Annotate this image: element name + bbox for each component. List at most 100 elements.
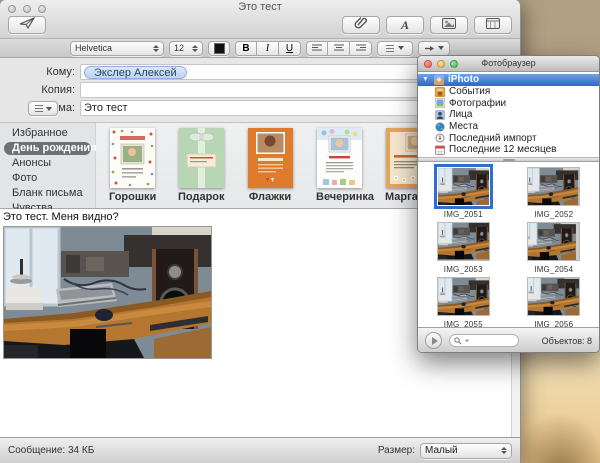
chevron-down-icon <box>398 46 404 50</box>
photo-item[interactable]: IMG_2051 <box>418 167 509 222</box>
stationery-icon <box>486 16 500 34</box>
image-size-select[interactable]: Малый <box>420 443 512 459</box>
photo-item[interactable]: IMG_2053 <box>418 222 509 277</box>
source-list: ▼ iPhoto События Фотографии <box>418 72 599 157</box>
window-controls <box>424 60 458 68</box>
template-polkadots[interactable]: Горошки <box>109 128 155 208</box>
photo-browser-footer: Объектов: 8 <box>418 327 599 353</box>
places-icon <box>435 122 445 132</box>
fonts-button[interactable]: A <box>386 16 424 34</box>
search-input[interactable] <box>472 336 512 345</box>
photo-name: IMG_2053 <box>418 265 509 274</box>
template-thumbnail <box>248 128 293 188</box>
recipient-pill[interactable]: Экслер Алексей <box>84 66 187 79</box>
minimize-button[interactable] <box>437 60 445 68</box>
photo-thumbnail[interactable] <box>527 277 580 316</box>
header-options-button[interactable] <box>28 101 58 116</box>
font-family-select[interactable]: Helvetica <box>70 41 164 56</box>
last-12-months-icon <box>435 145 445 155</box>
search-scope-icon[interactable] <box>465 339 469 342</box>
category-stationery[interactable]: Бланк письма <box>4 187 91 200</box>
photo-browser-window: Фотобраузер ▼ iPhoto События Фотогр <box>417 55 600 353</box>
photo-search-field[interactable] <box>449 334 519 347</box>
slideshow-play-button[interactable] <box>425 332 442 349</box>
photo-item[interactable]: IMG_2055 <box>418 277 509 327</box>
align-segment <box>306 41 372 56</box>
template-label: Горошки <box>109 191 155 203</box>
photo-browser-button[interactable] <box>430 16 468 34</box>
source-last-12-months[interactable]: Последние 12 месяцев <box>418 144 599 156</box>
photo-item[interactable]: IMG_2054 <box>509 222 600 277</box>
source-places[interactable]: Места <box>418 121 599 133</box>
magnifier-icon <box>454 332 462 350</box>
photo-name: IMG_2052 <box>509 210 600 219</box>
photo-name: IMG_2054 <box>509 265 600 274</box>
toolbar: A <box>0 15 520 38</box>
zoom-button[interactable] <box>450 60 458 68</box>
chevron-down-icon <box>46 107 52 111</box>
photos-icon <box>435 98 445 108</box>
to-label: Кому: <box>0 66 80 78</box>
photo-item[interactable]: IMG_2056 <box>509 277 600 327</box>
font-size-select[interactable]: 12 <box>169 41 203 56</box>
source-iphoto[interactable]: ▼ iPhoto <box>418 74 599 86</box>
category-birthday[interactable]: День рождения <box>4 142 91 155</box>
photo-thumbnail[interactable] <box>527 222 580 261</box>
cc-label: Копия: <box>0 84 80 96</box>
indent-button[interactable] <box>418 41 450 56</box>
bold-button[interactable]: B <box>235 41 257 56</box>
category-announcements[interactable]: Анонсы <box>4 157 91 170</box>
titlebar[interactable]: Это тест <box>0 0 520 15</box>
underline-button[interactable]: U <box>279 41 301 56</box>
minimize-button[interactable] <box>23 5 31 13</box>
template-flags[interactable]: Флажки <box>247 128 293 208</box>
disclosure-triangle-icon[interactable]: ▼ <box>422 76 430 83</box>
photo-thumbnail[interactable] <box>437 277 490 316</box>
zoom-button[interactable] <box>38 5 46 13</box>
align-right-button[interactable] <box>350 41 372 56</box>
message-size-text: Сообщение: 34 КБ <box>8 445 378 456</box>
photo-thumbnail[interactable] <box>527 167 580 206</box>
source-faces[interactable]: Лица <box>418 109 599 121</box>
source-events[interactable]: События <box>418 86 599 98</box>
template-label: Вечеринка <box>316 191 362 203</box>
template-thumbnail <box>110 128 155 188</box>
align-center-button[interactable] <box>328 41 350 56</box>
source-photos[interactable]: Фотографии <box>418 97 599 109</box>
template-party[interactable]: Вечеринка <box>316 128 362 208</box>
photo-thumbnail-selected[interactable] <box>437 167 490 206</box>
inline-photo-attachment[interactable] <box>3 226 212 359</box>
close-button[interactable] <box>424 60 432 68</box>
italic-button[interactable]: I <box>257 41 279 56</box>
close-button[interactable] <box>8 5 16 13</box>
template-gift[interactable]: Подарок <box>178 128 224 208</box>
list-bullets-icon <box>386 45 394 52</box>
photo-thumbnail[interactable] <box>437 222 490 261</box>
text-color-button[interactable] <box>208 41 230 56</box>
paperclip-icon <box>354 16 368 34</box>
iphoto-icon <box>434 75 444 85</box>
template-label: Флажки <box>247 191 293 203</box>
align-left-button[interactable] <box>306 41 328 56</box>
stepper-icon <box>152 45 159 52</box>
splitter-handle[interactable] <box>418 157 599 162</box>
send-button[interactable] <box>8 16 46 34</box>
desktop: Это тест A <box>0 0 600 463</box>
align-left-icon <box>312 44 322 52</box>
category-photos[interactable]: Фото <box>4 172 91 185</box>
template-label: Подарок <box>178 191 224 203</box>
faces-icon <box>435 110 445 120</box>
photo-icon <box>442 16 456 34</box>
source-last-import[interactable]: Последний импорт <box>418 132 599 144</box>
category-favorites[interactable]: Избранное <box>4 127 91 140</box>
list-style-button[interactable] <box>377 41 413 56</box>
photo-name: IMG_2056 <box>509 320 600 327</box>
stationery-button[interactable] <box>474 16 512 34</box>
photo-browser-titlebar[interactable]: Фотобраузер <box>418 56 599 72</box>
photo-item[interactable]: IMG_2052 <box>509 167 600 222</box>
objects-count: Объектов: 8 <box>542 336 592 346</box>
window-title: Это тест <box>0 0 520 15</box>
stepper-icon <box>500 447 507 454</box>
attach-button[interactable] <box>342 16 380 34</box>
template-thumbnail <box>317 128 362 188</box>
